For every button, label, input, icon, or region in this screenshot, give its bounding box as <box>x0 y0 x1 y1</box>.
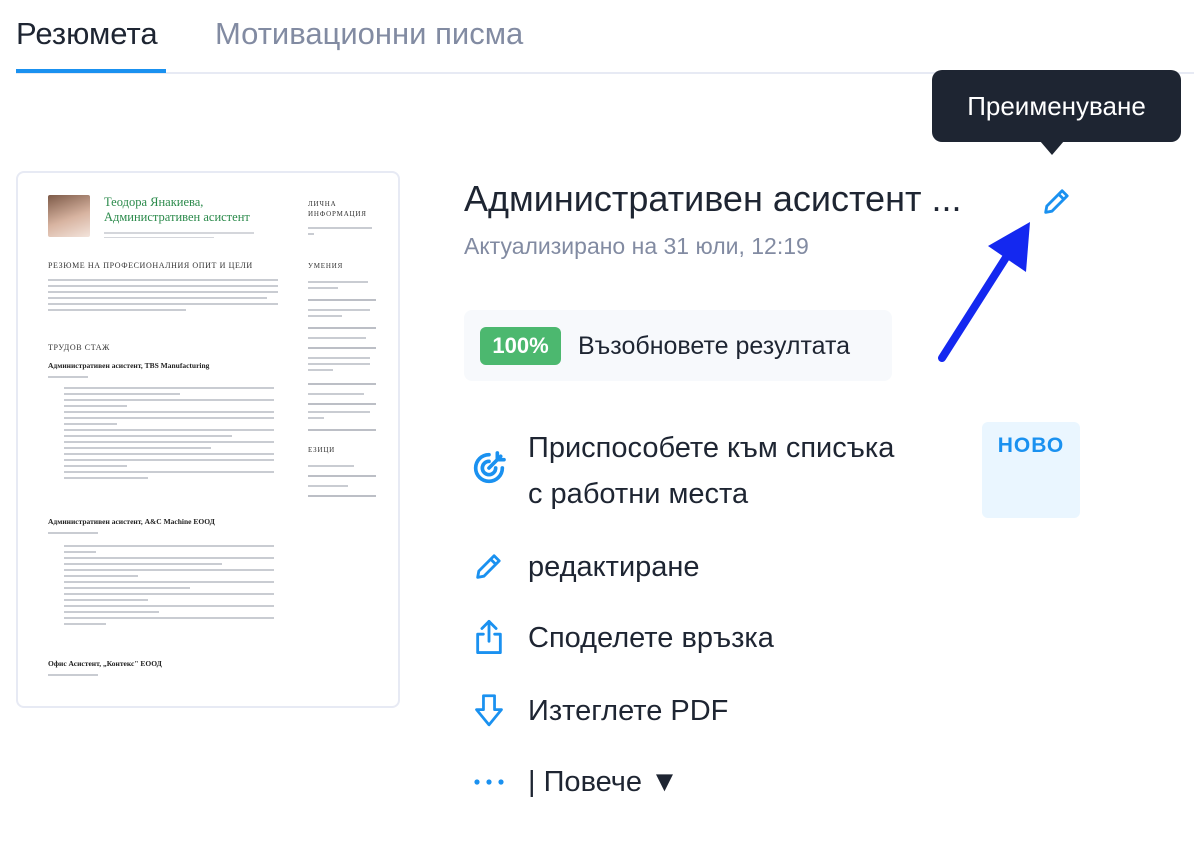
resume-skill-rule <box>308 299 376 301</box>
share-icon <box>464 618 514 661</box>
resume-personal-info-lines <box>308 227 372 239</box>
resume-job-1-bullets <box>64 387 274 483</box>
resume-job-2-bullets <box>64 545 274 629</box>
tailor-label-line-1: Приспособете към списъка <box>528 432 895 464</box>
tab-resumes[interactable]: Резюмета <box>16 14 158 54</box>
tab-bar: Резюмета Мотивационни писма <box>16 0 1194 74</box>
resume-skill-rule <box>308 327 376 329</box>
more-button[interactable]: | Повече ▼ <box>464 758 724 806</box>
resume-personal-info-heading: ЛИЧНА ИНФОРМАЦИЯ <box>308 200 367 218</box>
resume-job-3: Офис Асистент, „Контекс" ЕООД <box>48 659 162 668</box>
last-updated: Актуализирано на 31 юли, 12:19 <box>464 233 809 259</box>
rename-tooltip: Преименуване <box>932 70 1181 142</box>
resume-skills-heading: УМЕНИЯ <box>308 262 344 270</box>
download-label: Изтеглете PDF <box>528 695 729 727</box>
resume-language-rule <box>308 495 376 497</box>
resume-skills-lines-4 <box>308 357 370 375</box>
resume-job-1-date <box>48 376 88 382</box>
resume-preview-card[interactable]: Теодора Янакиева, Административен асисте… <box>16 171 400 708</box>
resume-score-box[interactable]: 100% Възобновете резултата <box>464 310 892 381</box>
resume-skills-lines <box>308 281 368 293</box>
resume-job-2-date <box>48 532 98 538</box>
pencil-icon <box>464 549 514 588</box>
resume-language-rule <box>308 475 376 477</box>
resume-profile-heading: РЕЗЮМЕ НА ПРОФЕСИОНАЛНИЯ ОПИТ И ЦЕЛИ <box>48 261 253 270</box>
resume-skill-rule <box>308 403 376 405</box>
resume-job-2: Административен асистент, A&C Machine ЕО… <box>48 517 215 526</box>
score-label: Възобновете резултата <box>578 332 851 360</box>
resume-experience-heading: ТРУДОВ СТАЖ <box>48 343 110 352</box>
resume-job-1: Административен асистент, TBS Manufactur… <box>48 361 210 370</box>
new-badge: НОВО <box>982 422 1080 518</box>
download-pdf-button[interactable]: Изтеглете PDF <box>464 687 784 735</box>
score-badge: 100% <box>480 327 561 365</box>
resume-skill-rule <box>308 429 376 431</box>
edit-label: редактиране <box>528 551 700 583</box>
resume-language-2 <box>308 485 348 491</box>
resume-skills-lines-3 <box>308 337 366 343</box>
edit-button[interactable]: редактиране <box>464 543 784 591</box>
tailor-to-job-button[interactable]: Приспособете към списъка с работни места <box>464 424 964 520</box>
rename-button[interactable] <box>1040 184 1074 218</box>
share-label: Споделете връзка <box>528 622 774 654</box>
resume-contact-lines <box>104 229 264 238</box>
dots-icon <box>464 772 514 797</box>
resume-skill-rule <box>308 347 376 349</box>
pencil-icon <box>1044 189 1069 214</box>
more-label: | Повече ▼ <box>528 766 679 798</box>
resume-skills-lines-6 <box>308 411 370 423</box>
annotation-arrow <box>938 222 1030 362</box>
active-tab-indicator <box>16 69 166 73</box>
resume-name: Теодора Янакиева, Административен асисте… <box>104 195 250 224</box>
resume-language-1 <box>308 465 354 471</box>
resume-profile-text <box>48 279 278 315</box>
tooltip-arrow <box>1040 141 1064 155</box>
document-title: Административен асистент ... <box>464 178 962 219</box>
tailor-label-line-2: с работни места <box>528 478 749 510</box>
tab-cover-letters[interactable]: Мотивационни писма <box>215 14 523 54</box>
resume-languages-heading: ЕЗИЦИ <box>308 446 336 454</box>
download-icon <box>464 693 514 734</box>
resume-skills-lines-5 <box>308 393 364 399</box>
target-icon <box>464 448 514 493</box>
share-link-button[interactable]: Споделете връзка <box>464 614 824 662</box>
resume-photo <box>48 195 90 237</box>
resume-job-3-date <box>48 674 98 680</box>
resume-skill-rule <box>308 383 376 385</box>
resume-skills-lines-2 <box>308 309 370 321</box>
